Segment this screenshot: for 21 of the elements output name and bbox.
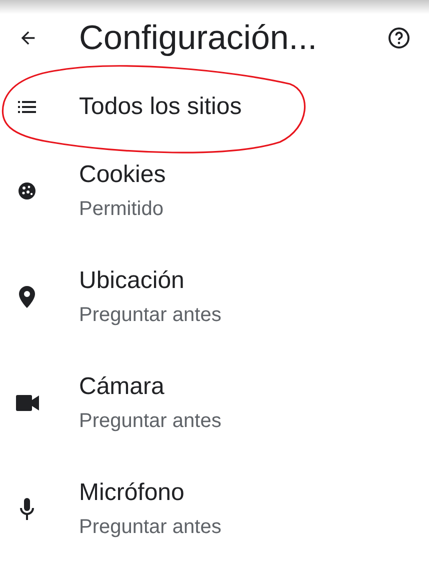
item-status: Preguntar antes [79,408,222,432]
settings-item[interactable]: Cámara Preguntar antes [0,350,429,456]
item-status: Preguntar antes [79,302,222,326]
cookie-icon [18,182,36,200]
list-icon [18,101,36,113]
microphone-icon [20,498,34,520]
item-title: Cookies [79,162,166,188]
item-title: Micrófono [79,480,186,506]
settings-item[interactable]: Todos los sitios [0,76,429,138]
item-title: Ubicación [79,268,186,294]
item-status: Preguntar antes [79,514,222,538]
item-status: Permitido [79,196,164,220]
item-title: Cámara [79,374,166,400]
settings-item[interactable]: Micrófono Preguntar antes [0,456,429,562]
settings-item[interactable]: Cookies Permitido [0,138,429,244]
video-camera-icon [16,395,38,411]
location-pin-icon [19,286,35,308]
settings-item[interactable]: Ubicación Preguntar antes [0,244,429,350]
help-icon [387,26,411,50]
item-title: Todos los sitios [79,94,242,120]
page-title: Configuración... [79,18,318,58]
